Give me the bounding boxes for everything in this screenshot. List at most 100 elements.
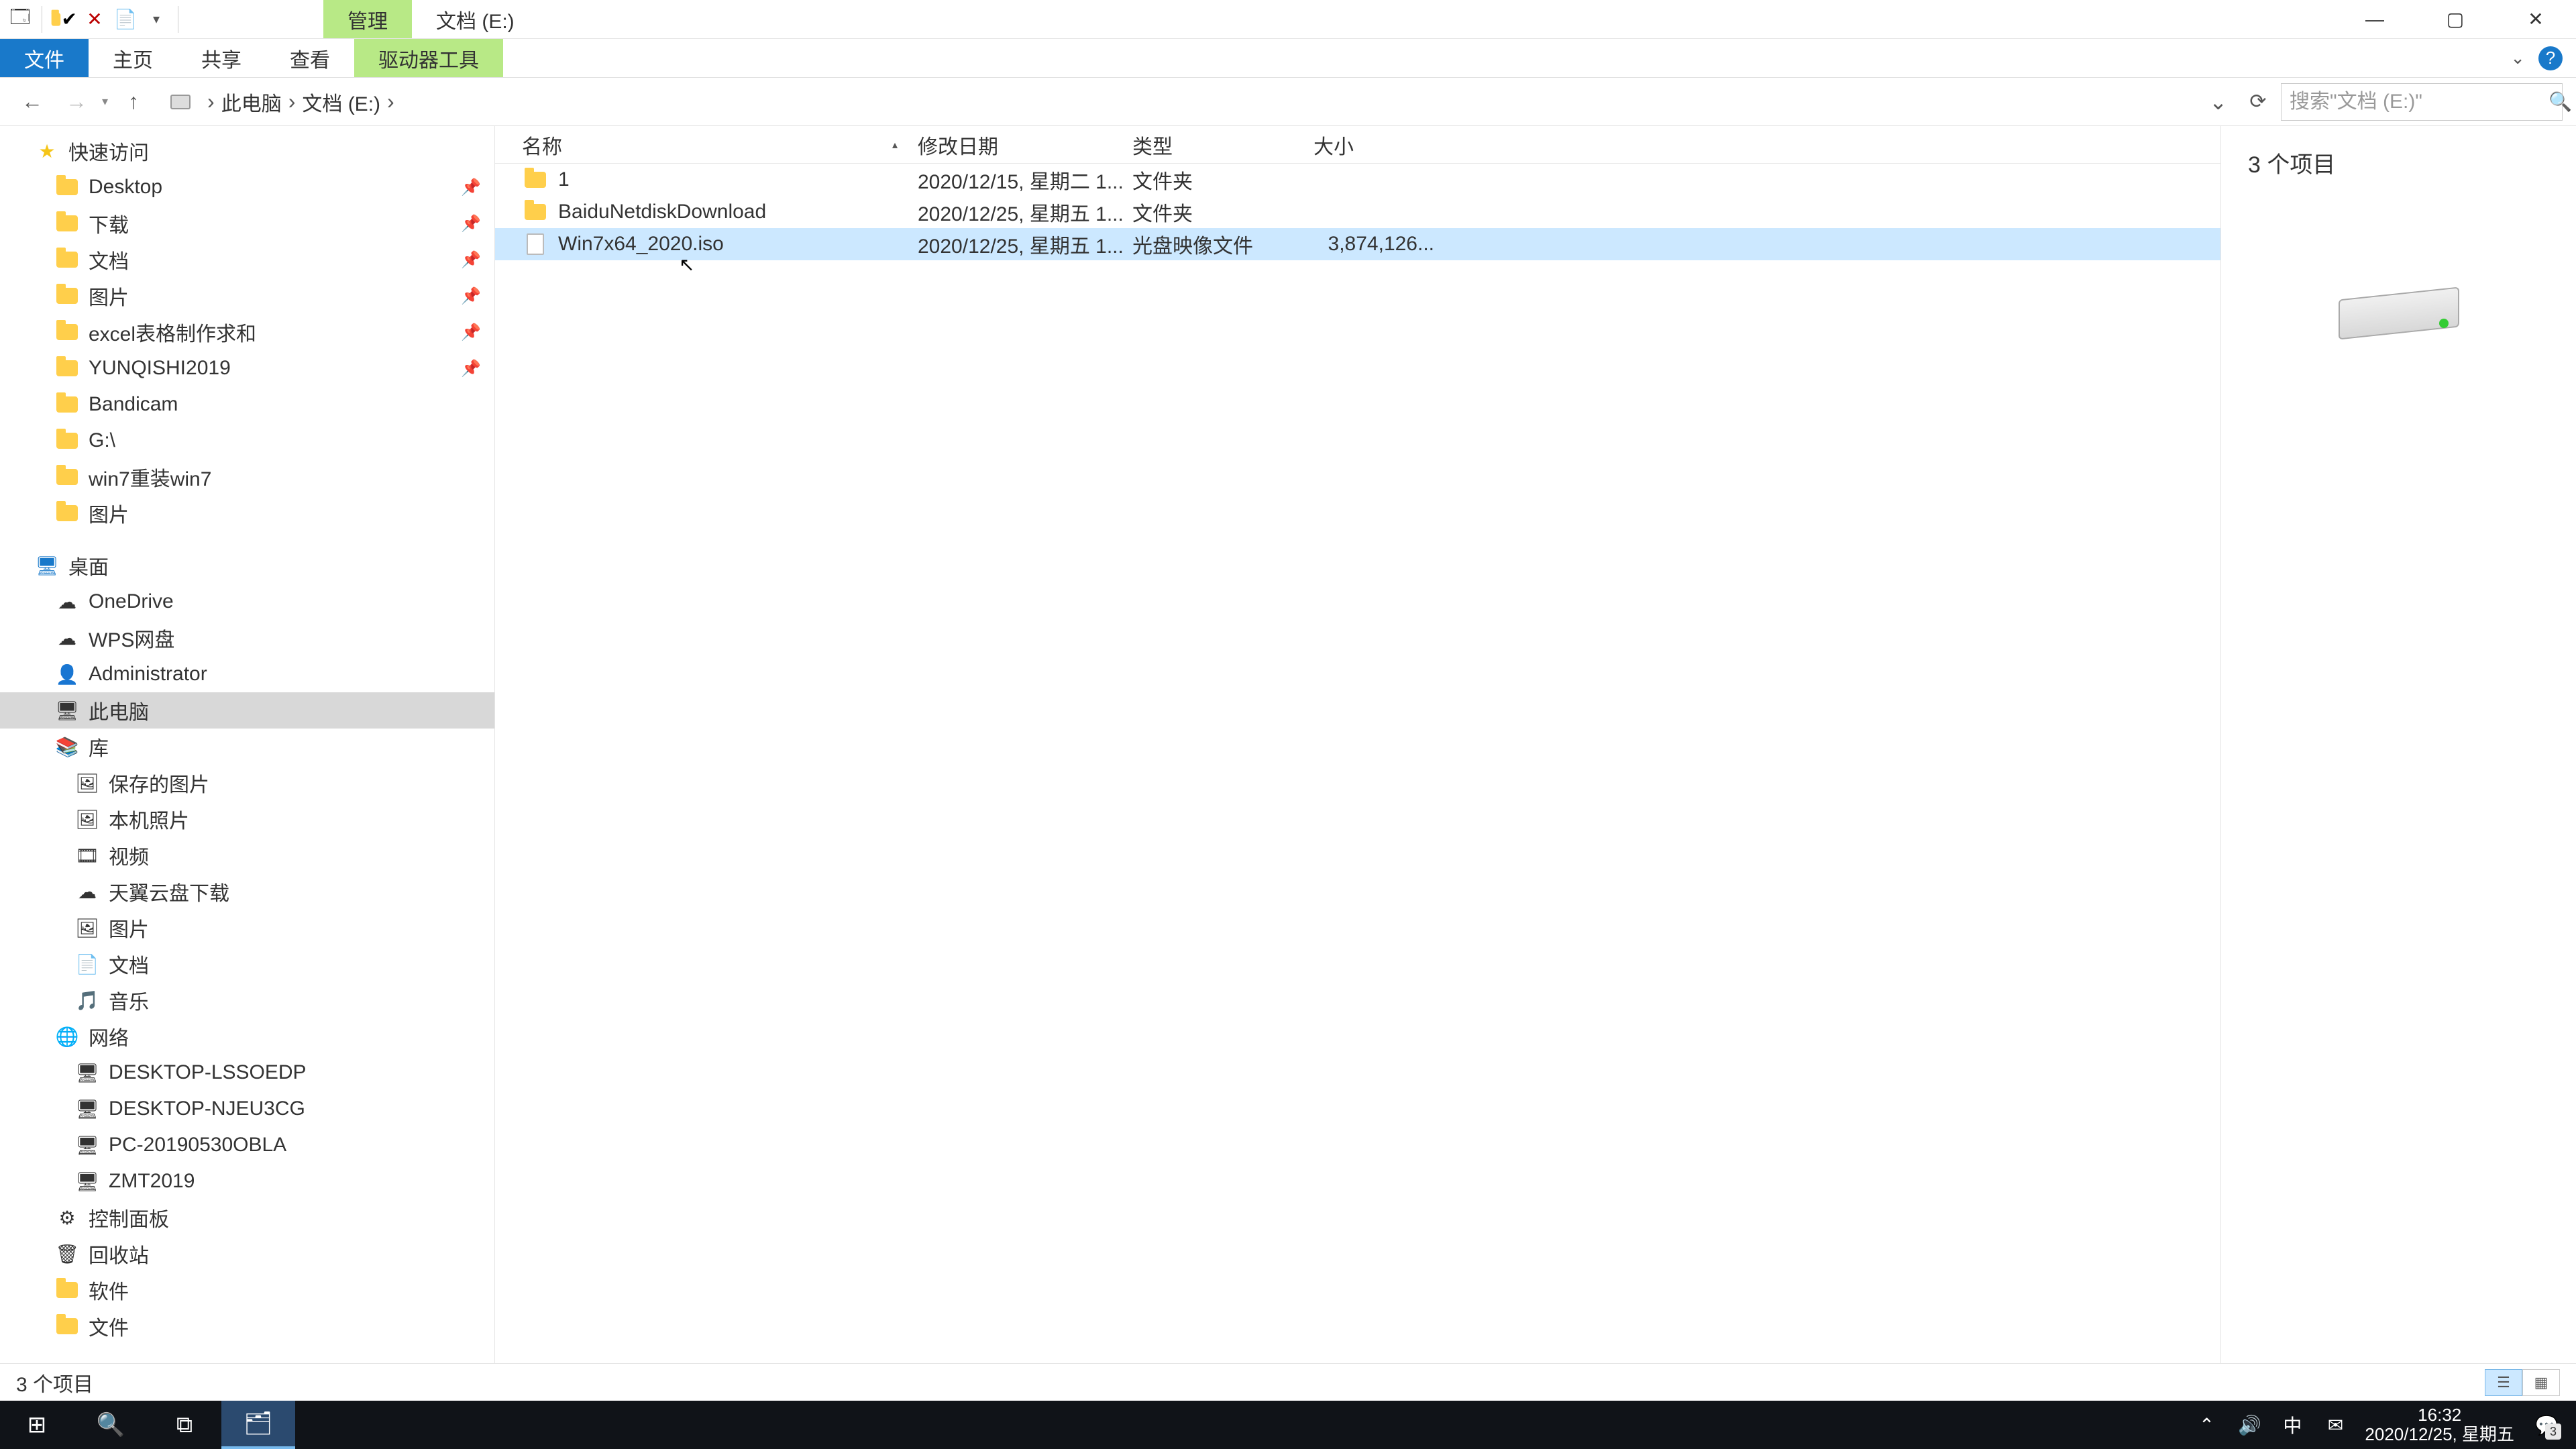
sidebar-item-desktop[interactable]: ⚙控制面板: [0, 1199, 494, 1236]
maximize-button[interactable]: ▢: [2415, 0, 2496, 39]
tray-overflow-icon[interactable]: ⌃: [2193, 1414, 2220, 1436]
help-icon[interactable]: ?: [2538, 46, 2563, 70]
search-box[interactable]: 🔍: [2281, 83, 2563, 121]
sidebar-item-quick[interactable]: excel表格制作求和📌: [0, 314, 494, 350]
sidebar-item-desktop[interactable]: 软件: [0, 1272, 494, 1308]
file-row[interactable]: Win7x64_2020.iso2020/12/25, 星期五 1...光盘映像…: [495, 228, 2220, 260]
file-row[interactable]: BaiduNetdiskDownload2020/12/25, 星期五 1...…: [495, 196, 2220, 228]
ribbon-tab-view[interactable]: 查看: [266, 39, 354, 77]
ribbon-tab-drivetools[interactable]: 驱动器工具: [354, 39, 503, 77]
qat-delete-icon[interactable]: ✕: [81, 6, 108, 33]
forward-button[interactable]: →: [58, 83, 95, 121]
sidebar-item-desktop[interactable]: 🌐网络: [0, 1018, 494, 1055]
sidebar-item-desktop[interactable]: 👤Administrator: [0, 656, 494, 692]
statusbar: 3 个项目 ☰ ▦: [0, 1363, 2576, 1401]
breadcrumb[interactable]: › 此电脑 › 文档 (E:) › ⌄: [159, 83, 2235, 121]
qat-properties-icon[interactable]: ✔: [50, 6, 77, 33]
doc-icon: 📄: [74, 951, 101, 977]
column-header-name[interactable]: 名称 ▴: [522, 130, 918, 160]
pc-net-icon: 🖥: [74, 1095, 101, 1122]
sidebar-item-desktop[interactable]: ☁天翼云盘下载: [0, 873, 494, 910]
ribbon-tab-file[interactable]: 文件: [0, 39, 89, 77]
taskbar[interactable]: ⊞ 🔍 ⧉ 🗂 ⌃ 🔊 中 ✉ 16:32 2020/12/25, 星期五 💬3: [0, 1401, 2576, 1449]
system-tray: ⌃ 🔊 中 ✉ 16:32 2020/12/25, 星期五 💬3: [2193, 1405, 2576, 1444]
column-header-size[interactable]: 大小: [1313, 130, 1448, 160]
file-type: 光盘映像文件: [1132, 229, 1313, 259]
sidebar-item-desktop[interactable]: 🖼保存的图片: [0, 765, 494, 801]
folder-icon: [54, 500, 80, 527]
sidebar-item-desktop[interactable]: 🖥PC-20190530OBLA: [0, 1127, 494, 1163]
search-input[interactable]: [2290, 91, 2548, 113]
qat-newfolder-icon[interactable]: 📄: [112, 6, 139, 33]
file-row[interactable]: 12020/12/15, 星期二 1...文件夹: [495, 164, 2220, 196]
ribbon-collapse-icon[interactable]: ⌄: [2510, 48, 2525, 68]
net-icon: 🌐: [54, 1023, 80, 1050]
sidebar-item-desktop[interactable]: 🖥此电脑: [0, 692, 494, 729]
sidebar-item-desktop[interactable]: 📄文档: [0, 946, 494, 982]
search-button[interactable]: 🔍: [74, 1401, 148, 1449]
task-view-button[interactable]: ⧉: [148, 1401, 221, 1449]
chevron-right-icon[interactable]: ›: [282, 89, 303, 114]
breadcrumb-seg-thispc[interactable]: 此电脑: [221, 87, 282, 117]
close-button[interactable]: ✕: [2496, 0, 2576, 39]
breadcrumb-seg-drive[interactable]: 文档 (E:): [302, 87, 380, 117]
ribbon-tab-share[interactable]: 共享: [177, 39, 266, 77]
column-header-type[interactable]: 类型: [1132, 130, 1313, 160]
sidebar-item-quick[interactable]: YUNQISHI2019📌: [0, 350, 494, 386]
search-icon[interactable]: 🔍: [2548, 91, 2572, 113]
back-button[interactable]: ←: [13, 83, 51, 121]
sidebar-item-desktop[interactable]: 文件: [0, 1308, 494, 1344]
sidebar-item-desktop[interactable]: 🖼图片: [0, 910, 494, 946]
sidebar-item-label: 快速访问: [68, 136, 149, 166]
sidebar-item-label: win7重装win7: [89, 462, 211, 492]
column-header-date[interactable]: 修改日期: [918, 130, 1132, 160]
sidebar-item-quick[interactable]: 下载📌: [0, 205, 494, 241]
view-thumbnails-button[interactable]: ▦: [2522, 1369, 2560, 1396]
sidebar-item-desktop[interactable]: ☁WPS网盘: [0, 620, 494, 656]
chevron-right-icon[interactable]: ›: [380, 89, 401, 114]
minimize-button[interactable]: —: [2334, 0, 2415, 39]
sidebar-item-desktop[interactable]: 📚库: [0, 729, 494, 765]
pin-icon: 📌: [461, 359, 481, 378]
action-center-button[interactable]: 💬3: [2530, 1409, 2563, 1441]
sidebar-desktop[interactable]: 🖥 桌面: [0, 547, 494, 584]
context-tab-manage[interactable]: 管理: [323, 0, 412, 38]
sidebar-item-quick[interactable]: win7重装win7: [0, 459, 494, 495]
column-headers[interactable]: 名称 ▴ 修改日期 类型 大小: [495, 126, 2220, 164]
sidebar-item-quick[interactable]: Desktop📌: [0, 169, 494, 205]
up-button[interactable]: ↑: [115, 83, 152, 121]
pc-net-icon: 🖥: [74, 1132, 101, 1159]
sidebar-item-desktop[interactable]: 🖥ZMT2019: [0, 1163, 494, 1199]
sidebar-item-desktop[interactable]: 🗑回收站: [0, 1236, 494, 1272]
sidebar-item-quick[interactable]: 图片: [0, 495, 494, 531]
sidebar-item-desktop[interactable]: ☁OneDrive: [0, 584, 494, 620]
control-icon: ⚙: [54, 1204, 80, 1231]
file-name: 1: [558, 168, 918, 191]
sidebar-item-desktop[interactable]: 🖥DESKTOP-NJEU3CG: [0, 1091, 494, 1127]
breadcrumb-dropdown-icon[interactable]: ⌄: [2209, 89, 2227, 115]
sidebar-item-quick[interactable]: 文档📌: [0, 241, 494, 278]
taskbar-explorer-button[interactable]: 🗂: [221, 1401, 295, 1449]
qat-dropdown-icon[interactable]: ▾: [143, 6, 170, 33]
sidebar-quick-access[interactable]: ★ 快速访问: [0, 133, 494, 169]
sidebar-item-quick[interactable]: Bandicam: [0, 386, 494, 423]
ribbon-tab-home[interactable]: 主页: [89, 39, 177, 77]
sidebar-item-quick[interactable]: G:\: [0, 423, 494, 459]
tray-app-icon[interactable]: ✉: [2322, 1414, 2349, 1436]
history-dropdown-icon[interactable]: ▾: [102, 95, 108, 109]
chevron-right-icon[interactable]: ›: [201, 89, 221, 114]
taskbar-clock[interactable]: 16:32 2020/12/25, 星期五: [2365, 1405, 2514, 1444]
view-details-button[interactable]: ☰: [2485, 1369, 2522, 1396]
refresh-button[interactable]: ⟳: [2242, 86, 2274, 118]
navigation-pane[interactable]: ★ 快速访问 Desktop📌下载📌文档📌图片📌excel表格制作求和📌YUNQ…: [0, 126, 495, 1363]
ime-indicator[interactable]: 中: [2279, 1411, 2306, 1438]
sidebar-item-desktop[interactable]: 🖥DESKTOP-LSSOEDP: [0, 1055, 494, 1091]
sidebar-item-quick[interactable]: 图片📌: [0, 278, 494, 314]
folder-icon: [54, 1277, 80, 1303]
start-button[interactable]: ⊞: [0, 1401, 74, 1449]
sidebar-item-desktop[interactable]: 🎞视频: [0, 837, 494, 873]
sidebar-item-desktop[interactable]: 🎵音乐: [0, 982, 494, 1018]
sidebar-item-label: 天翼云盘下载: [109, 877, 229, 906]
volume-icon[interactable]: 🔊: [2236, 1414, 2263, 1436]
sidebar-item-desktop[interactable]: 🖼本机照片: [0, 801, 494, 837]
